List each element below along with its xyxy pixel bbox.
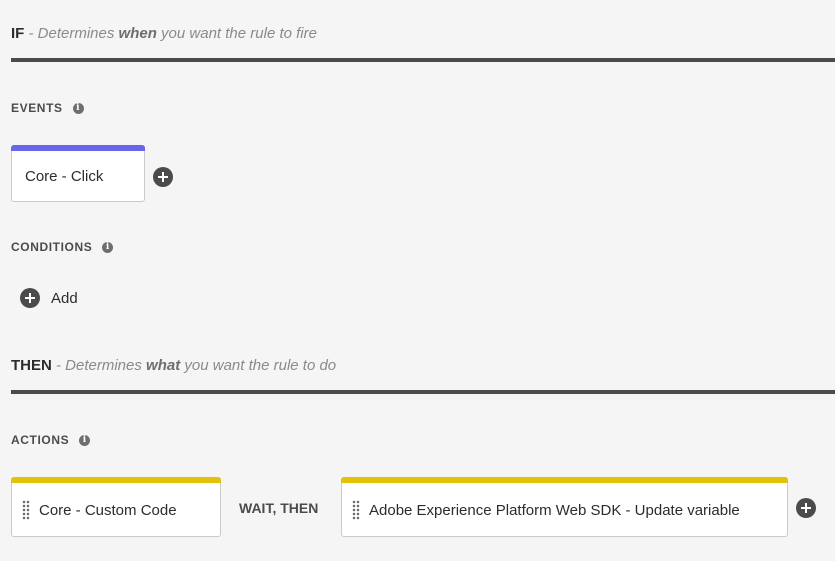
action-card-aep-update-variable[interactable]: Adobe Experience Platform Web SDK - Upda… bbox=[341, 477, 788, 537]
info-icon[interactable]: i bbox=[102, 241, 114, 253]
action-card-label: Core - Custom Code bbox=[39, 501, 177, 519]
drag-handle-icon[interactable] bbox=[22, 500, 30, 520]
conditions-label: CONDITIONS bbox=[11, 240, 93, 254]
event-card-accent-bar bbox=[11, 145, 145, 151]
if-desc-strong: when bbox=[118, 25, 157, 42]
info-icon[interactable]: i bbox=[79, 434, 91, 446]
then-keyword: THEN bbox=[11, 357, 52, 374]
action-card-core-custom-code[interactable]: Core - Custom Code bbox=[11, 477, 221, 537]
actions-section-label: ACTIONS i bbox=[11, 432, 91, 448]
then-desc-strong: what bbox=[146, 357, 181, 374]
add-condition-button[interactable]: Add bbox=[20, 288, 78, 308]
if-description: - Determines when you want the rule to f… bbox=[24, 25, 317, 42]
if-desc-suffix: you want the rule to fire bbox=[156, 25, 317, 42]
drag-handle-icon[interactable] bbox=[352, 500, 360, 520]
action-card-accent-bar bbox=[341, 477, 788, 483]
event-card-label: Core - Click bbox=[25, 168, 104, 185]
actions-label: ACTIONS bbox=[11, 433, 70, 447]
info-icon[interactable]: i bbox=[72, 102, 84, 114]
add-condition-label: Add bbox=[51, 289, 78, 307]
action-card-label: Adobe Experience Platform Web SDK - Upda… bbox=[369, 501, 740, 519]
then-heading: THEN - Determines what you want the rule… bbox=[11, 356, 336, 376]
then-desc-prefix: - Determines bbox=[51, 357, 147, 374]
add-action-button[interactable] bbox=[796, 498, 816, 518]
events-section-label: EVENTS i bbox=[11, 100, 84, 116]
conditions-section-label: CONDITIONS i bbox=[11, 239, 114, 255]
if-divider bbox=[11, 58, 835, 62]
then-divider bbox=[11, 390, 835, 394]
then-description: - Determines what you want the rule to d… bbox=[52, 357, 336, 374]
events-label: EVENTS bbox=[11, 101, 63, 115]
then-desc-suffix: you want the rule to do bbox=[180, 357, 337, 374]
if-keyword: IF bbox=[11, 25, 25, 42]
add-event-button[interactable] bbox=[153, 167, 173, 187]
action-card-accent-bar bbox=[11, 477, 221, 483]
if-desc-prefix: - Determines bbox=[24, 25, 119, 42]
if-heading: IF - Determines when you want the rule t… bbox=[11, 24, 317, 44]
rule-editor: IF - Determines when you want the rule t… bbox=[0, 0, 835, 561]
wait-then-separator: WAIT, THEN bbox=[239, 500, 319, 516]
event-card-core-click[interactable]: Core - Click bbox=[11, 145, 145, 202]
plus-circle-icon bbox=[20, 288, 40, 308]
